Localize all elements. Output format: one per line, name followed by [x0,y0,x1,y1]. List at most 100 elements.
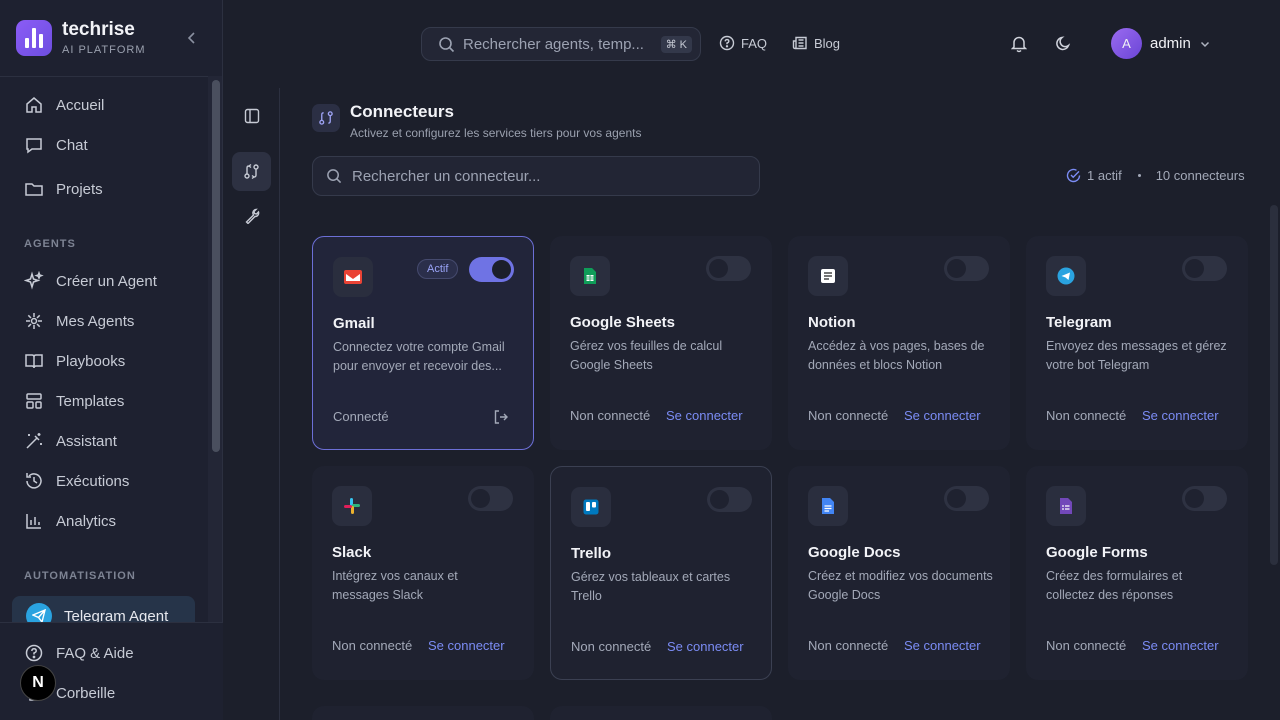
connector-status: Non connecté [1046,408,1127,423]
nav-accueil[interactable]: Accueil [24,93,104,117]
connector-title: Google Docs [808,544,901,561]
connect-link[interactable]: Se connecter [1142,408,1219,423]
sidebar-scrollbar[interactable] [212,80,220,452]
connector-description: Connectez votre compte Gmail pour envoye… [333,340,505,373]
faq-label: FAQ [741,35,768,51]
connector-title: Notion [808,314,856,331]
faq-link[interactable]: FAQ [719,35,767,51]
wrench-icon [245,208,259,224]
user-menu[interactable]: A admin [1111,28,1211,59]
nav-executions[interactable]: Exécutions [24,469,129,493]
connector-toggle[interactable] [944,486,989,511]
connector-title: Gmail [333,315,375,332]
brand[interactable]: techrise AI PLATFORM [16,20,146,56]
nav-assistant[interactable]: Assistant [24,429,117,453]
search-placeholder: Rechercher un connecteur... [352,167,541,185]
search-icon [439,36,455,52]
sidebar: techrise AI PLATFORM Accueil Chat Projet… [0,0,223,720]
connect-link[interactable]: Se connecter [666,408,743,423]
bell-icon[interactable] [1011,35,1027,53]
connector-card-notion[interactable]: Notion Accédez à vos pages, bases de don… [788,236,1010,450]
connector-search-input[interactable]: Rechercher un connecteur... [312,156,760,196]
route-icon [244,163,259,180]
connector-toggle[interactable] [1182,256,1227,281]
connector-status: Non connecté [1046,638,1127,653]
nav-analytics[interactable]: Analytics [24,509,116,533]
connector-status: Connecté [333,409,389,424]
panel-left-icon [244,108,259,123]
connector-toggle[interactable] [1182,486,1227,511]
connector-card-telegram[interactable]: Telegram Envoyez des messages et gérez v… [1026,236,1248,450]
logout-icon[interactable] [493,409,509,425]
google-sheets-icon [570,256,610,296]
nav-templates[interactable]: Templates [24,389,124,413]
moon-icon[interactable] [1055,35,1071,52]
brand-title: techrise [62,19,135,40]
connector-description: Créez et modifiez vos documents Google D… [808,569,993,602]
newspaper-icon [792,36,807,50]
help-circle-icon [25,644,43,662]
connector-toggle[interactable] [468,486,513,511]
connector-title: Google Forms [1046,544,1148,561]
nav-playbooks[interactable]: Playbooks [24,349,125,373]
connector-toggle[interactable] [707,487,752,512]
page-header: Connecteurs Activez et configurez les se… [312,102,641,140]
trello-icon [571,487,611,527]
connector-card-partial[interactable] [312,706,534,720]
connector-card-partial[interactable] [550,706,772,720]
main-scrollbar[interactable] [1270,205,1278,565]
connector-toggle[interactable] [944,256,989,281]
connector-description: Intégrez vos canaux et messages Slack [332,569,458,602]
connector-card-google-sheets[interactable]: Google Sheets Gérez vos feuilles de calc… [550,236,772,450]
collapse-sidebar-icon[interactable] [184,30,200,46]
global-search-input[interactable]: Rechercher agents, temp... ⌘ K [421,27,701,61]
blog-label: Blog [814,35,841,51]
connectors-tab[interactable] [232,152,271,191]
nav-mes-agents[interactable]: Mes Agents [24,309,134,333]
folder-icon [25,183,43,196]
connector-card-google-docs[interactable]: Google Docs Créez et modifiez vos docume… [788,466,1010,680]
dev-tools-badge[interactable]: N [20,665,56,701]
toggle-panel-button[interactable] [232,96,271,135]
connector-description: Accédez à vos pages, bases de données et… [808,339,985,372]
nav-faq-aide[interactable]: FAQ & Aide [24,641,134,665]
chat-icon [26,138,42,154]
connector-card-gmail[interactable]: Actif Gmail Connectez votre compte Gmail… [312,236,534,450]
blog-link[interactable]: Blog [792,35,840,51]
secondary-rail [224,88,280,720]
connector-description: Envoyez des messages et gérez votre bot … [1046,339,1227,372]
connect-link[interactable]: Se connecter [667,639,744,654]
tools-tab[interactable] [232,196,271,235]
connect-link[interactable]: Se connecter [1142,638,1219,653]
connector-title: Telegram [1046,314,1112,331]
connect-link[interactable]: Se connecter [904,638,981,653]
connector-stats: 1 actif 10 connecteurs [1066,168,1245,183]
total-count: 10 connecteurs [1155,168,1245,183]
agents-icon [26,313,42,329]
page-title: Connecteurs [350,102,454,121]
template-icon [26,393,42,409]
connect-link[interactable]: Se connecter [904,408,981,423]
nav-projets[interactable]: Projets [24,177,103,201]
connector-card-google-forms[interactable]: Google Forms Créez des formulaires et co… [1026,466,1248,680]
chevron-down-icon [1200,41,1209,47]
connector-title: Slack [332,544,372,561]
status-badge: Actif [417,259,459,279]
nav-label: Projets [56,180,103,198]
bar-chart-icon [26,514,41,529]
user-name: admin [1150,35,1191,52]
nav-label: Chat [56,136,88,154]
nav-creer-agent[interactable]: Créer un Agent [24,269,157,293]
connector-toggle[interactable] [469,257,514,282]
nav-label: Mes Agents [56,312,135,330]
connector-toggle[interactable] [706,256,751,281]
connector-status: Non connecté [570,408,651,423]
connector-card-slack[interactable]: Slack Intégrez vos canaux et messages Sl… [312,466,534,680]
connector-description: Créez des formulaires et collectez des r… [1046,569,1183,602]
nav-chat[interactable]: Chat [24,133,88,157]
connector-card-trello[interactable]: Trello Gérez vos tableaux et cartes Trel… [550,466,772,680]
avatar: A [1111,28,1142,59]
connect-link[interactable]: Se connecter [428,638,505,653]
section-label-agents: AGENTS [24,238,76,250]
gmail-icon [333,257,373,297]
